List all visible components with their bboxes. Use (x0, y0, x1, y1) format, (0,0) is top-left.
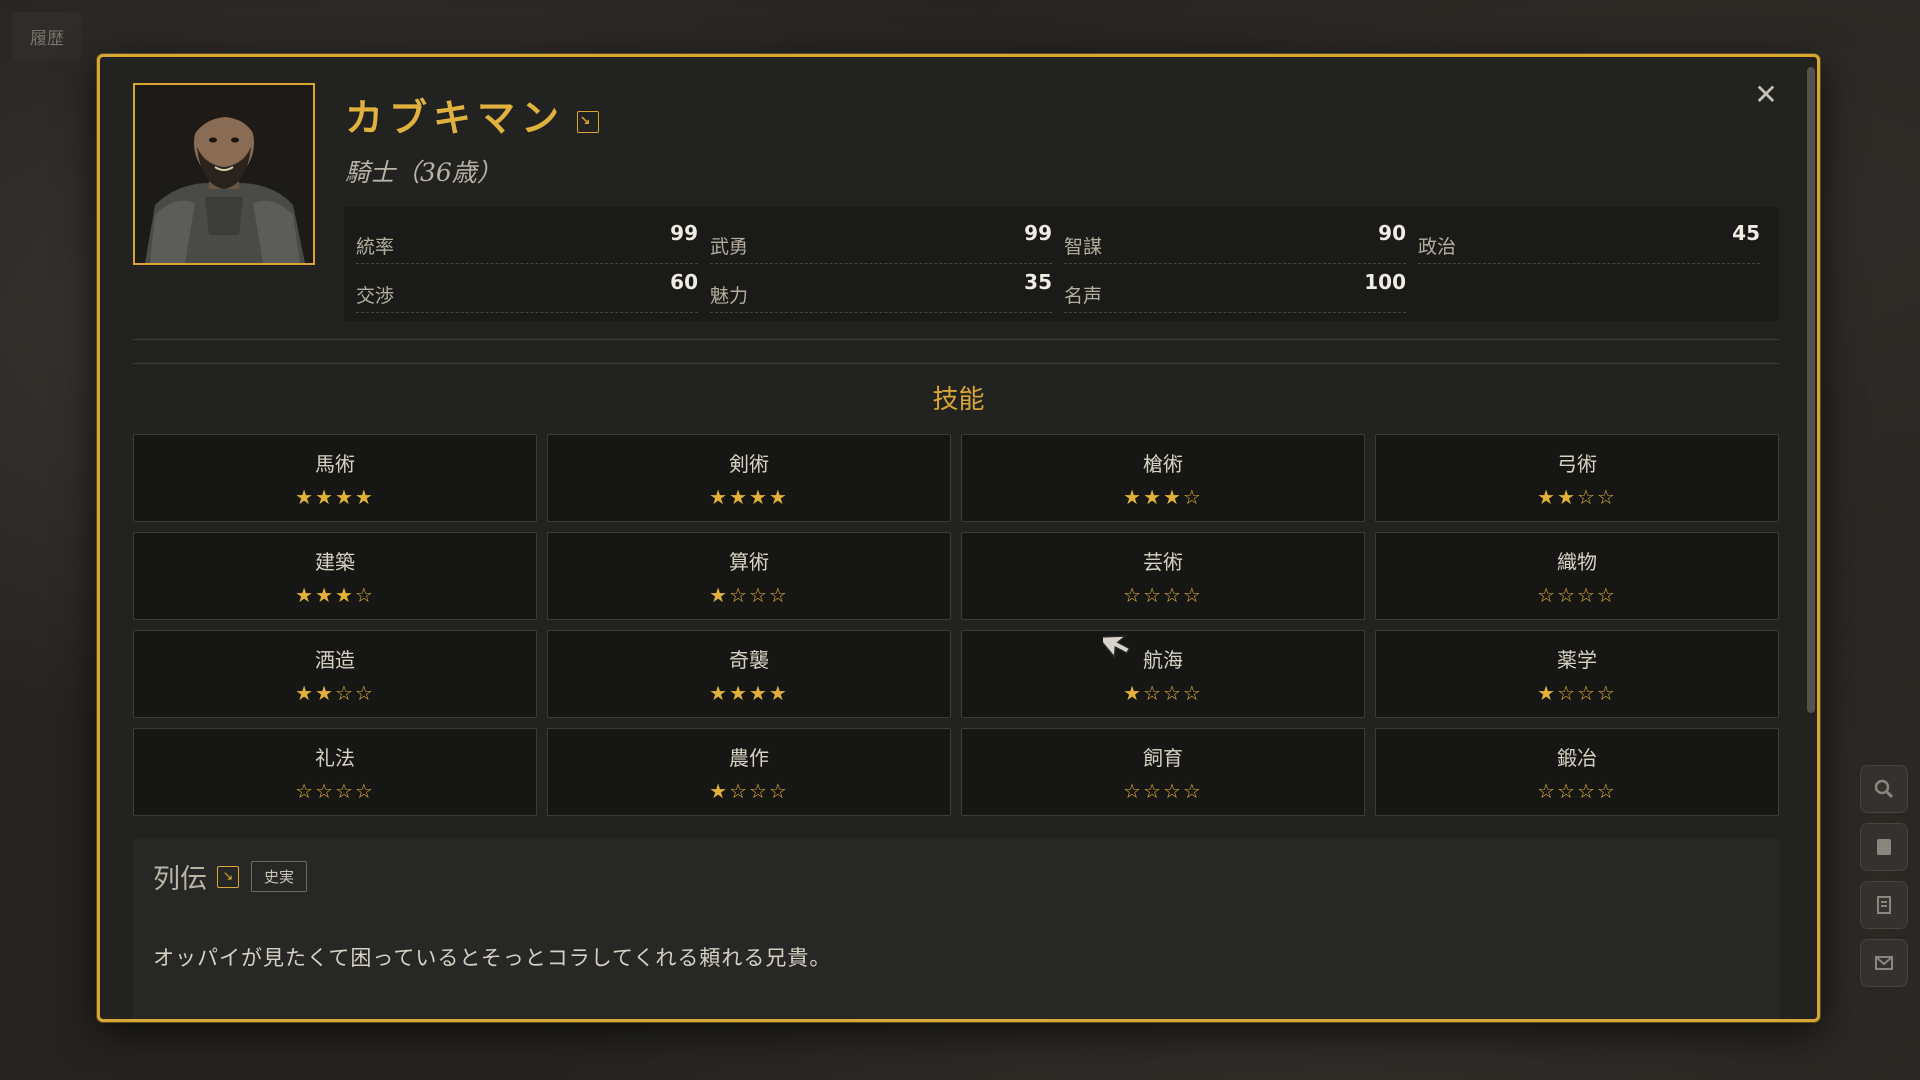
skill-card[interactable]: 奇襲 ★★★★ (547, 630, 951, 718)
skill-name: 馬術 (315, 451, 355, 476)
skill-card[interactable]: 薬学 ★☆☆☆ (1375, 630, 1779, 718)
skill-stars: ★☆☆☆ (1537, 680, 1617, 705)
skill-name: 建築 (315, 549, 355, 574)
skill-stars: ★★★☆ (1123, 484, 1203, 509)
skill-stars: ★★★★ (709, 484, 789, 509)
close-icon[interactable]: ✕ (1750, 79, 1782, 111)
skill-card[interactable]: 剣術 ★★★★ (547, 434, 951, 522)
character-class-age: 騎士（36歳） (345, 158, 502, 187)
stats-panel: 統率 99 武勇 99 智謀 90 政治 45 交渉 60 魅力 35 名声 100 (344, 207, 1779, 321)
skill-name: 薬学 (1557, 647, 1597, 672)
skills-heading: 技能 (932, 385, 985, 415)
stat-value: 45 (1732, 221, 1760, 245)
stat-value: 99 (670, 221, 698, 245)
skill-stars: ★★☆☆ (1537, 484, 1617, 509)
stat-label: 名声 (1064, 285, 1103, 307)
skills-grid: 馬術 ★★★★ 剣術 ★★★★ 槍術 ★★★☆ 弓術 ★★☆☆ 建築 ★★★☆ 算術 ★☆☆… (133, 434, 1780, 816)
skill-name: 航海 (1143, 647, 1183, 672)
skill-stars: ☆☆☆☆ (1537, 778, 1617, 803)
skill-stars: ★★★★ (295, 484, 375, 509)
skill-card[interactable]: 織物 ☆☆☆☆ (1375, 532, 1779, 620)
skill-card[interactable]: 建築 ★★★☆ (133, 532, 537, 620)
skill-stars: ★★★☆ (295, 582, 375, 607)
stat-value: 35 (1024, 270, 1052, 294)
skill-card[interactable]: 弓術 ★★☆☆ (1375, 434, 1779, 522)
skill-name: 鍛冶 (1557, 745, 1597, 770)
stat-row: 統率 99 (356, 215, 698, 264)
character-name: カブキマン ↘ (345, 87, 600, 142)
divider (133, 363, 1779, 364)
skill-stars: ★★☆☆ (295, 680, 375, 705)
skill-stars: ☆☆☆☆ (1537, 582, 1617, 607)
stat-value: 90 (1378, 221, 1406, 245)
skill-card[interactable]: 馬術 ★★★★ (133, 434, 537, 522)
stat-row: 魅力 35 (710, 264, 1052, 313)
skill-name: 礼法 (315, 745, 355, 770)
mouse-cursor-icon (1103, 635, 1131, 659)
skill-card[interactable]: 礼法 ☆☆☆☆ (133, 728, 537, 816)
stat-label: 魅力 (710, 285, 749, 307)
map-tab[interactable]: 履歴 (12, 12, 82, 60)
skill-name: 槍術 (1143, 451, 1183, 476)
scroll-icon[interactable] (1860, 823, 1908, 871)
stat-label: 統率 (356, 236, 395, 258)
skill-name: 酒造 (315, 647, 355, 672)
stat-label: 政治 (1418, 236, 1457, 258)
stat-row: 智謀 90 (1064, 215, 1406, 264)
biography-text: オッパイが見たくて困っているとそっとコラしてくれる頼れる兄貴。 (153, 946, 832, 970)
biography-title: 列伝 (153, 864, 207, 895)
stat-value: 99 (1024, 221, 1052, 245)
side-toolbar (1860, 765, 1908, 987)
character-portrait (133, 83, 315, 265)
skill-stars: ★☆☆☆ (1123, 680, 1203, 705)
skill-name: 弓術 (1557, 451, 1597, 476)
external-link-icon[interactable]: ↘ (217, 865, 239, 888)
stat-label: 武勇 (710, 236, 749, 258)
stat-value: 60 (670, 270, 698, 294)
skill-name: 織物 (1557, 549, 1597, 574)
skill-card[interactable]: 芸術 ☆☆☆☆ (961, 532, 1365, 620)
skill-name: 飼育 (1143, 745, 1183, 770)
skill-name: 農作 (729, 745, 769, 770)
document-icon[interactable] (1860, 881, 1908, 929)
stat-row: 政治 45 (1418, 215, 1760, 264)
stat-row: 名声 100 (1064, 264, 1406, 313)
skill-stars: ☆☆☆☆ (295, 778, 375, 803)
mail-icon[interactable] (1860, 939, 1908, 987)
skill-card[interactable]: 飼育 ☆☆☆☆ (961, 728, 1365, 816)
skill-name: 算術 (729, 549, 769, 574)
skill-stars: ☆☆☆☆ (1123, 582, 1203, 607)
stat-label: 智謀 (1064, 236, 1103, 258)
stat-row: 武勇 99 (710, 215, 1052, 264)
external-link-icon[interactable]: ↘ (577, 110, 600, 133)
skill-card[interactable]: 酒造 ★★☆☆ (133, 630, 537, 718)
divider (133, 339, 1779, 340)
character-profile-dialog: ✕ カブキマン ↘ 騎士（36歳） 統率 99 武勇 99 智謀 90 政治 4… (97, 54, 1820, 1022)
search-icon[interactable] (1860, 765, 1908, 813)
skill-name: 芸術 (1143, 549, 1183, 574)
skill-name: 剣術 (729, 451, 769, 476)
skill-name: 奇襲 (729, 647, 769, 672)
historical-tag: 史実 (251, 861, 308, 892)
skill-card[interactable]: 鍛冶 ☆☆☆☆ (1375, 728, 1779, 816)
stat-value: 100 (1364, 270, 1406, 294)
biography-panel: 列伝 ↘ 史実 オッパイが見たくて困っているとそっとコラしてくれる頼れる兄貴。 (133, 839, 1780, 1019)
skill-card[interactable]: 槍術 ★★★☆ (961, 434, 1365, 522)
skill-card[interactable]: 農作 ★☆☆☆ (547, 728, 951, 816)
stat-label: 交渉 (356, 285, 395, 307)
skill-card[interactable]: 算術 ★☆☆☆ (547, 532, 951, 620)
skill-stars: ☆☆☆☆ (1123, 778, 1203, 803)
skill-stars: ★★★★ (709, 680, 789, 705)
character-name-text: カブキマン (345, 95, 566, 140)
skill-stars: ★☆☆☆ (709, 778, 789, 803)
skill-stars: ★☆☆☆ (709, 582, 789, 607)
skill-card[interactable]: 航海 ★☆☆☆ (961, 630, 1365, 718)
stat-row: 交渉 60 (356, 264, 698, 313)
